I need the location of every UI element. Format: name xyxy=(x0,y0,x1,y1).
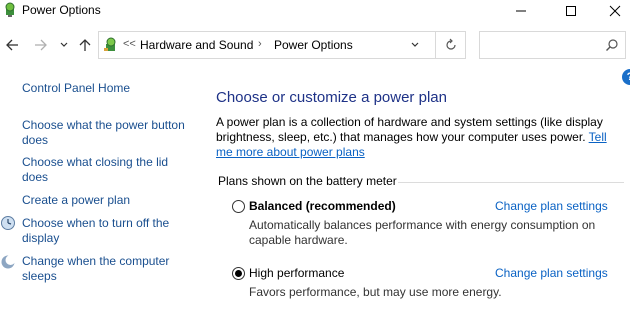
address-bar[interactable]: << Hardware and Sound › Power Options xyxy=(98,31,436,59)
control-panel-icon xyxy=(103,37,119,53)
sidebar-item-power-button[interactable]: Choose what the power button does xyxy=(22,118,197,148)
arrow-left-icon xyxy=(6,39,18,51)
recent-locations-button[interactable] xyxy=(58,36,70,54)
window-title: Power Options xyxy=(22,3,101,17)
plan-radio-balanced[interactable] xyxy=(232,200,245,213)
close-button[interactable] xyxy=(592,0,630,22)
page-description: A power plan is a collection of hardware… xyxy=(216,115,624,160)
search-icon xyxy=(605,38,619,52)
sidebar-item-turn-off-display[interactable]: Choose when to turn off the display xyxy=(22,216,197,246)
minimize-button[interactable] xyxy=(498,0,544,22)
change-plan-settings-link[interactable]: Change plan settings xyxy=(495,266,608,280)
page-title: Choose or customize a power plan xyxy=(216,89,447,106)
sidebar-item-control-panel-home[interactable]: Control Panel Home xyxy=(22,81,197,96)
arrow-right-icon xyxy=(35,39,47,51)
display-icon xyxy=(0,215,16,231)
change-plan-settings-link[interactable]: Change plan settings xyxy=(495,199,608,213)
search-input[interactable] xyxy=(479,31,626,59)
plan-description: Automatically balances performance with … xyxy=(249,218,596,247)
plan-description: Favors performance, but may use more ene… xyxy=(249,285,502,299)
sidebar: Control Panel Home Choose what the power… xyxy=(0,60,200,314)
sidebar-item-computer-sleeps[interactable]: Change when the computer sleeps xyxy=(22,254,197,284)
group-label: Plans shown on the battery meter xyxy=(218,174,397,188)
maximize-button[interactable] xyxy=(548,0,594,22)
address-dropdown-button[interactable] xyxy=(407,37,423,53)
breadcrumb-overflow[interactable]: << xyxy=(123,38,136,50)
plan-name[interactable]: High performance xyxy=(249,266,344,280)
forward-button[interactable] xyxy=(32,36,50,54)
group-divider xyxy=(398,182,624,183)
breadcrumb-separator-icon: › xyxy=(258,38,262,50)
plan-name[interactable]: Balanced (recommended) xyxy=(249,199,396,213)
navigation-bar: << Hardware and Sound › Power Options xyxy=(0,30,630,60)
refresh-icon xyxy=(445,38,456,50)
refresh-button[interactable] xyxy=(436,31,466,59)
sidebar-item-closing-lid[interactable]: Choose what closing the lid does xyxy=(22,155,197,185)
back-button[interactable] xyxy=(3,36,21,54)
plan-radio-high-performance[interactable] xyxy=(232,267,245,280)
title-bar: Power Options xyxy=(0,0,630,22)
chevron-down-icon xyxy=(411,42,419,47)
chevron-down-icon xyxy=(60,42,68,47)
description-text: A power plan is a collection of hardware… xyxy=(216,115,603,144)
up-button[interactable] xyxy=(76,36,94,54)
sidebar-item-create-power-plan[interactable]: Create a power plan xyxy=(22,193,197,208)
power-options-icon xyxy=(2,2,18,18)
breadcrumb-hardware-and-sound[interactable]: Hardware and Sound xyxy=(140,38,253,52)
breadcrumb-power-options[interactable]: Power Options xyxy=(274,38,353,52)
arrow-up-icon xyxy=(79,39,91,51)
main-content: Choose or customize a power plan A power… xyxy=(216,60,630,314)
moon-icon xyxy=(0,254,16,270)
